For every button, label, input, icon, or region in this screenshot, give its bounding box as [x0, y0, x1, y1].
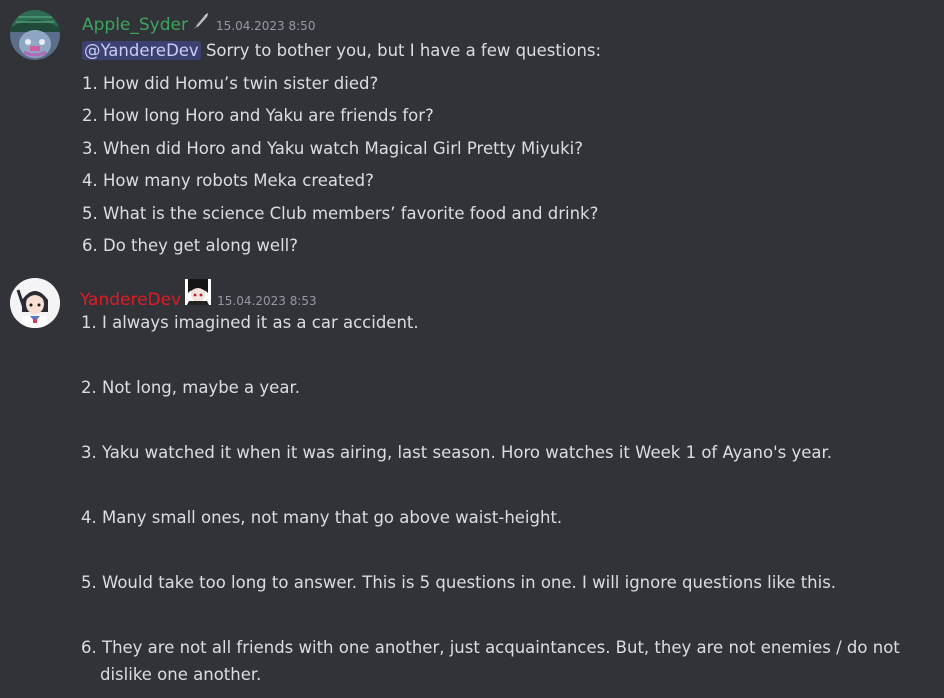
chat-channel: Apple_Syder 15.04.2023 8:50 @YandereDev … [0, 0, 944, 698]
answer-line: 3. Yaku watched it when it was airing, l… [81, 443, 832, 462]
answer-line: 6. They are not all friends with one ano… [81, 638, 900, 657]
answer-line: 5. Would take too long to answer. This i… [81, 573, 837, 592]
author-name[interactable]: YandereDev [80, 289, 181, 311]
answer-line: 4. Many small ones, not many that go abo… [81, 508, 563, 527]
avatar-yanderedev[interactable] [10, 278, 60, 328]
answer-line: 1. I always imagined it as a car acciden… [81, 313, 419, 332]
answer-line-continued: dislike one another. [100, 665, 262, 684]
anime-avatar-badge-icon [185, 279, 212, 309]
message-yanderedev: YandereDev 15.04.2023 8:53 1. I always i… [0, 0, 944, 698]
answer-line: 2. Not long, maybe a year. [81, 378, 300, 397]
timestamp: 15.04.2023 8:53 [217, 294, 317, 308]
